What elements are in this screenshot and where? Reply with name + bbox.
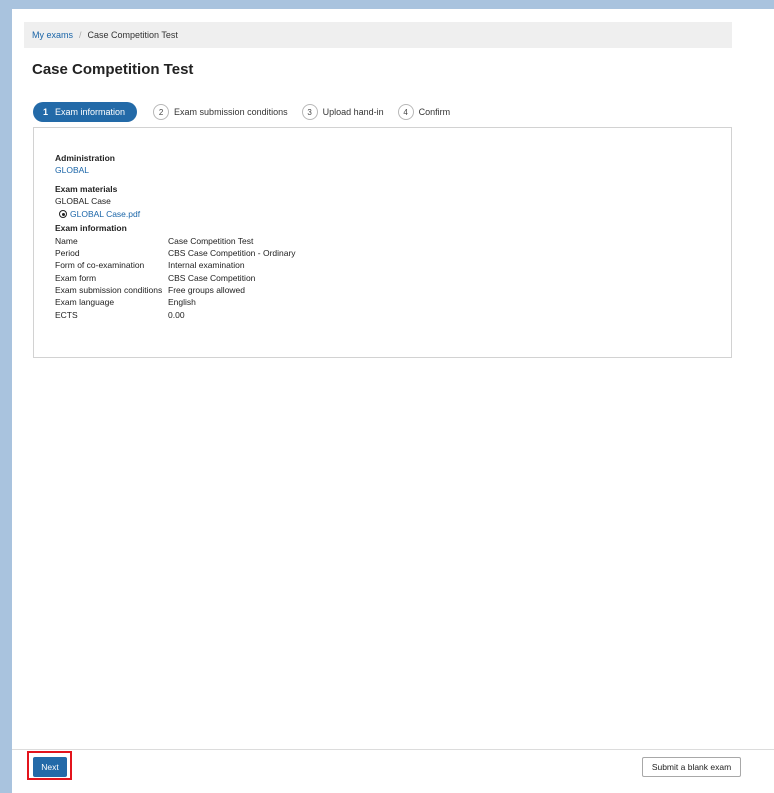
row-value: Case Competition Test xyxy=(168,235,254,246)
row-label: ECTS xyxy=(55,309,78,320)
step-exam-submission-conditions[interactable]: 2 Exam submission conditions xyxy=(153,104,288,120)
row-value: English xyxy=(168,297,196,308)
row-label: Name xyxy=(55,235,78,246)
step-number: 1 xyxy=(43,107,49,117)
exam-information-panel: Administration GLOBAL Exam materials GLO… xyxy=(33,127,732,358)
next-button[interactable]: Next xyxy=(33,757,67,777)
step-number: 3 xyxy=(301,104,318,120)
left-frame-bar xyxy=(0,0,12,793)
table-row: Form of co-examination Internal examinat… xyxy=(55,259,296,271)
step-label: Upload hand-in xyxy=(322,107,384,117)
step-label: Confirm xyxy=(418,107,451,117)
breadcrumb-current: Case Competition Test xyxy=(87,30,178,40)
breadcrumb-my-exams-link[interactable]: My exams xyxy=(32,30,73,40)
exam-materials-heading: Exam materials xyxy=(55,183,118,194)
top-frame-bar xyxy=(0,0,774,9)
row-label: Period xyxy=(55,248,80,259)
breadcrumb-separator: / xyxy=(79,30,82,40)
file-name[interactable]: GLOBAL Case.pdf xyxy=(70,208,140,220)
row-value: CBS Case Competition - Ordinary xyxy=(168,248,296,259)
step-label: Exam submission conditions xyxy=(174,107,288,117)
step-number: 4 xyxy=(397,104,414,120)
row-label: Exam language xyxy=(55,297,115,308)
panel-content: Administration GLOBAL Exam materials GLO… xyxy=(55,152,296,321)
row-label: Exam form xyxy=(55,272,97,283)
exam-materials-name: GLOBAL Case xyxy=(55,195,111,206)
administration-link[interactable]: GLOBAL xyxy=(55,164,296,176)
wizard-steps: 1 Exam information 2 Exam submission con… xyxy=(33,102,464,122)
breadcrumb: My exams / Case Competition Test xyxy=(24,22,732,48)
row-value: 0.00 xyxy=(168,309,185,320)
row-value: Free groups allowed xyxy=(168,284,246,295)
exam-information-heading: Exam information xyxy=(55,223,127,234)
table-row: Exam submission conditions Free groups a… xyxy=(55,284,296,296)
row-label: Exam submission conditions xyxy=(55,284,163,295)
row-value: Internal examination xyxy=(168,260,245,271)
table-row: Name Case Competition Test xyxy=(55,235,296,247)
download-icon xyxy=(59,210,67,219)
step-label: Exam information xyxy=(55,107,126,117)
row-value: CBS Case Competition xyxy=(168,272,256,283)
footer-divider xyxy=(12,749,774,750)
file-download-link[interactable]: GLOBAL Case.pdf xyxy=(59,208,296,220)
step-number: 2 xyxy=(153,104,170,120)
table-row: Exam language English xyxy=(55,296,296,308)
step-upload-hand-in[interactable]: 3 Upload hand-in xyxy=(301,104,384,120)
table-row: Period CBS Case Competition - Ordinary xyxy=(55,247,296,259)
administration-heading: Administration xyxy=(55,153,115,163)
page-title: Case Competition Test xyxy=(32,61,194,78)
row-label: Form of co-examination xyxy=(55,260,145,271)
table-row: Exam form CBS Case Competition xyxy=(55,272,296,284)
exam-info-table: Name Case Competition Test Period CBS Ca… xyxy=(55,235,296,321)
submit-blank-exam-button[interactable]: Submit a blank exam xyxy=(642,757,741,777)
table-row: ECTS 0.00 xyxy=(55,309,296,321)
step-confirm[interactable]: 4 Confirm xyxy=(397,104,451,120)
step-exam-information[interactable]: 1 Exam information xyxy=(33,102,138,122)
